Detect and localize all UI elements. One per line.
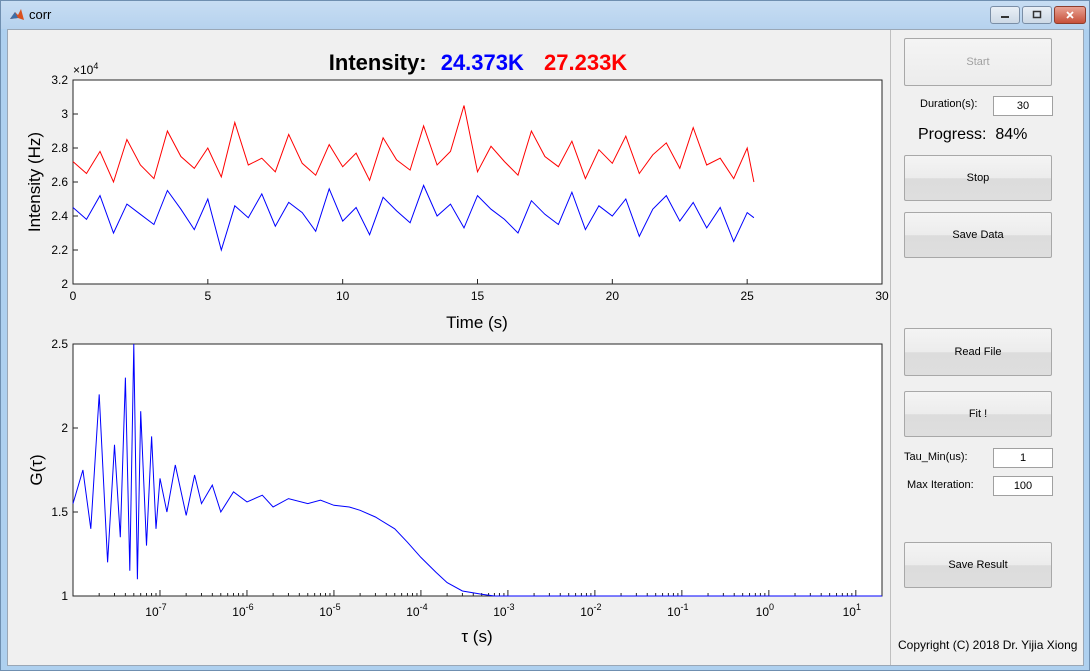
- y-tick-label: 2: [61, 277, 68, 291]
- y-exponent-label: ×104: [73, 61, 98, 77]
- save-data-button[interactable]: Save Data: [904, 212, 1052, 258]
- intensity-axes[interactable]: [72, 79, 883, 285]
- x-tick-label: 15: [471, 289, 485, 303]
- intensity-chart: ×104 Time (s) Intensity (Hz) 0 5 10 15 20 25 3…: [25, 61, 889, 332]
- x-axis-label-time: Time (s): [446, 313, 508, 332]
- y-tick-label: 2.4: [51, 209, 68, 223]
- duration-label: Duration(s):: [920, 98, 978, 110]
- figure-client: Intensity: 24.373K 27.233K ×104 Time (s)…: [7, 29, 1084, 666]
- stop-button[interactable]: Stop: [904, 155, 1052, 201]
- y-tick-label: 1: [61, 589, 68, 603]
- close-button[interactable]: [1054, 6, 1086, 24]
- duration-input[interactable]: 30: [993, 96, 1053, 116]
- app-window: corr Intensity: 24.373K 27.233K ×104 Tim…: [0, 0, 1090, 671]
- read-file-button[interactable]: Read File: [904, 328, 1052, 376]
- correlation-axes[interactable]: [72, 343, 883, 597]
- max-iteration-input[interactable]: 100: [993, 476, 1053, 496]
- close-icon: [1066, 11, 1074, 19]
- y-tick-label: 3: [61, 107, 68, 121]
- intensity-red-value: 27.233K: [544, 50, 627, 75]
- fit-button[interactable]: Fit !: [904, 391, 1052, 437]
- y-tick-label: 2.6: [51, 175, 68, 189]
- x-tick-label: 10-3: [493, 602, 514, 619]
- tau-min-input[interactable]: 1: [993, 448, 1053, 468]
- progress-readout: Progress: 84%: [918, 126, 1027, 144]
- window-title: corr: [29, 7, 52, 22]
- x-tick-label: 10-7: [145, 602, 166, 619]
- x-tick-label: 10-1: [667, 602, 688, 619]
- x-tick-label: 20: [606, 289, 620, 303]
- progress-value: 84%: [995, 126, 1028, 143]
- plot-panel: Intensity: 24.373K 27.233K ×104 Time (s)…: [8, 30, 891, 665]
- x-tick-label: 30: [875, 289, 889, 303]
- x-tick-label: 5: [204, 289, 211, 303]
- y-tick-label: 3.2: [51, 73, 68, 87]
- tau-min-label: Tau_Min(us):: [904, 451, 968, 463]
- title-bar[interactable]: corr: [1, 1, 1089, 29]
- copyright-text: Copyright (C) 2018 Dr. Yijia Xiong: [898, 638, 1078, 652]
- x-tick-label: 10-6: [232, 602, 253, 619]
- x-tick-label: 10-2: [580, 602, 601, 619]
- x-tick-label: 10-4: [406, 602, 427, 619]
- x-tick-label: 10: [336, 289, 350, 303]
- y-tick-label: 1.5: [51, 505, 68, 519]
- y-axis-label-g-tau: G(τ): [27, 454, 46, 485]
- x-tick-label: 10-5: [319, 602, 340, 619]
- x-tick-label: 100: [756, 602, 774, 619]
- maximize-icon: [1032, 10, 1042, 19]
- x-axis-label-tau: τ (s): [461, 627, 492, 646]
- intensity-blue-value: 24.373K: [441, 50, 524, 75]
- maximize-button[interactable]: [1022, 6, 1052, 24]
- y-tick-label: 2.2: [51, 243, 68, 257]
- minimize-button[interactable]: [990, 6, 1020, 24]
- y-tick-label: 2.5: [51, 337, 68, 351]
- y-axis-label-intensity: Intensity (Hz): [25, 132, 44, 232]
- plots-svg: Intensity: 24.373K 27.233K ×104 Time (s)…: [25, 50, 889, 646]
- intensity-title: Intensity: 24.373K 27.233K: [329, 50, 628, 75]
- x-tick-label: 0: [70, 289, 77, 303]
- y-tick-label: 2: [61, 421, 68, 435]
- x-tick-label: 101: [843, 602, 861, 619]
- progress-label: Progress:: [918, 126, 987, 143]
- y-tick-label: 2.8: [51, 141, 68, 155]
- correlation-chart: τ (s) G(τ) 10-7 10-6 10-5 10-4 10-3 10-2 10-1 1…: [27, 337, 883, 646]
- save-result-button[interactable]: Save Result: [904, 542, 1052, 588]
- max-iteration-label: Max Iteration:: [907, 479, 974, 491]
- start-button[interactable]: Start: [904, 38, 1052, 86]
- minimize-icon: [1001, 16, 1009, 18]
- matlab-icon: [10, 9, 24, 20]
- x-tick-label: 25: [740, 289, 754, 303]
- intensity-label: Intensity:: [329, 50, 427, 75]
